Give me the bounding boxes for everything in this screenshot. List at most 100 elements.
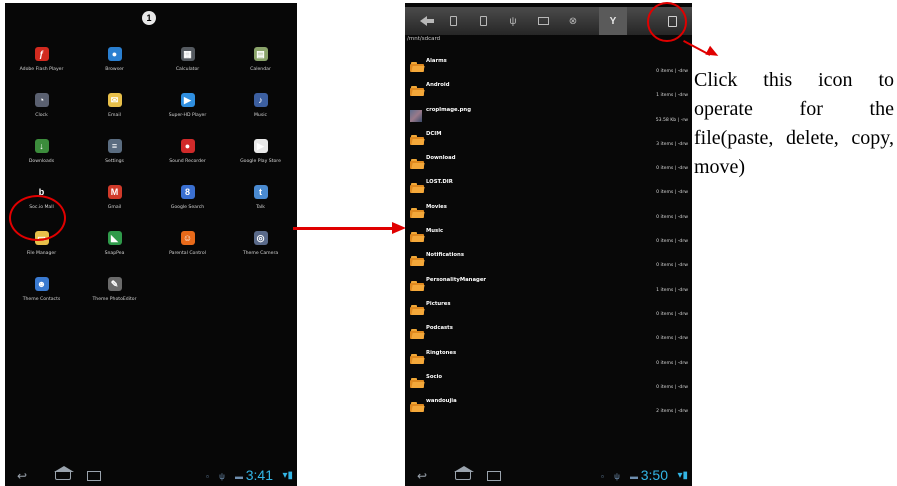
app-google-play-store[interactable]: ▶ Google Play Store [224, 137, 297, 183]
file-meta: 0 items | -drw [656, 384, 688, 390]
calendar-icon: ▤ [253, 47, 268, 61]
microphone-icon: ● [180, 139, 195, 153]
status-clock: 3:50 [640, 467, 668, 483]
folder-icon [410, 232, 425, 243]
app-gmail[interactable]: M Gmail [78, 183, 151, 229]
app-downloads[interactable]: ↓ Downloads [5, 137, 78, 183]
file-row[interactable]: LOST.DIR 0 items | -drw [405, 177, 692, 201]
wifi-battery-icon: ▾▮ [677, 470, 688, 481]
file-name: Download [426, 155, 456, 162]
callout-text: Click this icon to operate for the file(… [694, 69, 894, 178]
app-label: Theme PhotoEditor [92, 297, 137, 302]
file-meta: 0 items | -drw [656, 263, 688, 269]
google-search-icon: 8 [180, 185, 195, 199]
file-meta: 0 items | -drw [656, 69, 688, 74]
file-row[interactable]: DCIM 3 items | -drw [405, 129, 692, 153]
app-snappea[interactable]: ◣ SnapPea [78, 229, 151, 275]
file-row[interactable]: Notifications 0 items | -drw [405, 250, 692, 274]
recent-apps-icon[interactable] [487, 471, 501, 481]
file-row[interactable]: Android 1 items | -drw [405, 80, 692, 104]
image-icon[interactable] [529, 7, 557, 35]
file-row[interactable]: Socio 0 items | -drw [405, 372, 692, 396]
app-label: Google Search [170, 205, 205, 210]
image-file-icon [410, 109, 422, 122]
contacts-icon: ☻ [34, 277, 49, 291]
notification-icons: ▫ ψ ▬ [601, 472, 642, 481]
home-icon[interactable] [454, 466, 474, 480]
file-row[interactable]: Podcasts 0 items | -drw [405, 323, 692, 347]
document-icon[interactable] [469, 7, 497, 35]
file-name: PersonalityManager [426, 276, 487, 283]
file-name: Alarms [426, 58, 447, 64]
file-name: Podcasts [426, 325, 453, 332]
clock-icon: ◔ [34, 93, 49, 107]
folder-icon [410, 280, 425, 291]
app-music[interactable]: ♪ Music [224, 91, 297, 137]
app-theme-camera[interactable]: ◎ Theme Camera [224, 229, 297, 275]
app-super-hd-player[interactable]: ▶ Super-HD Player [151, 91, 224, 137]
file-name: cropImage.png [426, 106, 471, 113]
globe-icon: ● [107, 47, 122, 61]
app-adobe-flash-player[interactable]: ƒ Adobe Flash Player [5, 45, 78, 91]
file-row[interactable]: Download 0 items | -drw [405, 153, 692, 177]
arrow-head [392, 222, 406, 234]
settings-icon: ≡ [107, 139, 122, 153]
folder-icon [410, 86, 425, 97]
tools-icon[interactable]: Y [599, 7, 627, 35]
folder-icon [410, 329, 425, 340]
app-label: Downloads [28, 159, 55, 164]
file-name: Pictures [426, 300, 451, 307]
app-label: SnapPea [104, 251, 125, 256]
film-reel-icon[interactable]: ⊗ [559, 7, 587, 35]
current-path: /mnt/sdcard [407, 36, 441, 42]
app-label: Super-HD Player [168, 113, 207, 118]
back-icon[interactable]: ↩ [417, 470, 427, 482]
camera-icon: ◎ [253, 231, 268, 245]
back-arrow-icon[interactable] [409, 7, 437, 35]
file-row[interactable]: Alarms 0 items | -drw [405, 56, 692, 80]
app-google-search[interactable]: 8 Google Search [151, 183, 224, 229]
app-settings[interactable]: ≡ Settings [78, 137, 151, 183]
folder-icon [410, 159, 425, 170]
sdcard-icon[interactable] [439, 7, 467, 35]
app-sound-recorder[interactable]: ● Sound Recorder [151, 137, 224, 183]
usb-icon[interactable]: ψ [499, 7, 527, 35]
app-talk[interactable]: t Talk [224, 183, 297, 229]
gmail-icon: M [107, 185, 122, 199]
back-icon[interactable]: ↩ [17, 470, 27, 482]
app-parental-control[interactable]: ☺ Parental Control [151, 229, 224, 275]
app-label: Clock [35, 113, 48, 118]
file-meta: 0 items | -drw [656, 190, 688, 196]
app-label: Calendar [250, 67, 271, 72]
file-name: Android [426, 82, 450, 89]
app-clock[interactable]: ◔ Clock [5, 91, 78, 137]
app-theme-contacts[interactable]: ☻ Theme Contacts [5, 275, 78, 321]
app-theme-photoeditor[interactable]: ✎ Theme PhotoEditor [78, 275, 151, 321]
file-row[interactable]: wandoujia 2 items | -drw [405, 396, 692, 420]
parental-control-icon: ☺ [180, 231, 195, 245]
file-row[interactable]: Pictures 0 items | -drw [405, 299, 692, 323]
app-label: Calculator [175, 67, 200, 72]
recent-apps-icon[interactable] [87, 471, 101, 481]
app-calendar[interactable]: ▤ Calendar [224, 45, 297, 91]
file-name: Ringtones [426, 349, 457, 356]
app-label: Settings [105, 159, 124, 164]
file-manager-screen: ψ ⊗ Y /mnt/sdcard Alarms 0 items | -drw An… [405, 3, 692, 486]
file-row[interactable]: PersonalityManager 1 items | -drw [405, 275, 692, 299]
file-row[interactable]: Music 0 items | -drw [405, 226, 692, 250]
file-row[interactable]: cropImage.png 53.58 Kb | -rw [405, 105, 692, 129]
file-row[interactable]: Ringtones 0 items | -drw [405, 348, 692, 372]
file-row[interactable]: Movies 0 items | -drw [405, 202, 692, 226]
app-email[interactable]: ✉ Email [78, 91, 151, 137]
app-grid: ƒ Adobe Flash Player ● Browser ▦ Calculator ▤ C… [5, 45, 297, 321]
email-icon: ✉ [107, 93, 122, 107]
folder-icon [410, 256, 425, 267]
folder-icon [410, 183, 425, 194]
file-meta: 1 items | -drw [656, 93, 688, 99]
app-browser[interactable]: ● Browser [78, 45, 151, 91]
talk-icon: t [253, 185, 268, 199]
home-icon[interactable] [54, 466, 74, 480]
file-name: LOST.DIR [426, 179, 453, 186]
callout-arrow-head [705, 45, 721, 61]
app-calculator[interactable]: ▦ Calculator [151, 45, 224, 91]
